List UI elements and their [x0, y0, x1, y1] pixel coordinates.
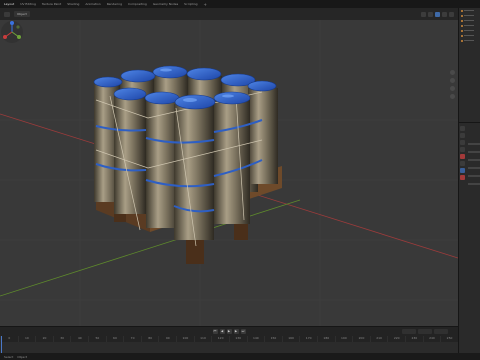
modifier-tab-icon[interactable] [460, 168, 465, 173]
object-icon [461, 29, 463, 32]
outliner-panel [458, 8, 480, 122]
tab-animation[interactable]: Animation [85, 2, 100, 6]
solid-shading-icon[interactable] [435, 11, 440, 17]
object-icon [461, 39, 463, 42]
perspective-toggle-icon[interactable] [450, 94, 455, 99]
jump-end-icon[interactable]: ⏭ [240, 329, 246, 334]
properties-panel [458, 122, 480, 360]
jump-start-icon[interactable]: ⏮ [212, 329, 218, 334]
scene-tab-icon[interactable] [460, 147, 465, 152]
pan-icon[interactable] [450, 78, 455, 83]
tab-shading[interactable]: Shading [67, 2, 79, 6]
object-icon [461, 19, 463, 22]
render-tab-icon[interactable] [460, 133, 465, 138]
3d-viewport[interactable] [0, 20, 458, 326]
tab-layout[interactable]: Layout [4, 2, 14, 6]
outliner-row[interactable] [459, 38, 480, 43]
tab-scripting[interactable]: Scripting [184, 2, 197, 6]
status-right: Object [17, 354, 28, 359]
tab-uv-editing[interactable]: UV Editing [20, 2, 36, 6]
viewport-nav-tools [450, 70, 455, 99]
play-icon[interactable]: ▶ [226, 329, 232, 334]
current-frame-field[interactable] [402, 329, 416, 334]
output-tab-icon[interactable] [460, 140, 465, 145]
tab-rendering[interactable]: Rendering [107, 2, 122, 6]
properties-fields [468, 143, 480, 185]
camera-view-icon[interactable] [450, 86, 455, 91]
shading-controls [421, 11, 458, 17]
tab-compositing[interactable]: Compositing [128, 2, 147, 6]
status-left: Select [4, 354, 14, 359]
tab-geometry-nodes[interactable]: Geometry Nodes [153, 2, 178, 6]
playback-controls: ⏮ ◀ ▶ ▶ ⏭ [0, 328, 458, 335]
material-shading-icon[interactable] [442, 11, 447, 17]
start-frame-field[interactable] [418, 329, 432, 334]
xray-icon[interactable] [428, 11, 433, 17]
object-icon [461, 9, 463, 12]
properties-tabs [460, 126, 466, 180]
status-bar: Select Object [0, 353, 480, 360]
tool-tab-icon[interactable] [460, 126, 465, 131]
object-icon [461, 14, 463, 17]
next-keyframe-icon[interactable]: ▶ [233, 329, 239, 334]
viewport-header: Object [0, 8, 458, 20]
frame-range [402, 329, 448, 334]
object-icon [461, 24, 463, 27]
add-workspace-icon[interactable]: + [204, 2, 207, 7]
navigation-gizmo-icon[interactable] [0, 20, 24, 44]
rendered-shading-icon[interactable] [449, 11, 454, 17]
scene-render [0, 20, 458, 326]
object-icon [461, 34, 463, 37]
prev-keyframe-icon[interactable]: ◀ [219, 329, 225, 334]
editor-type-icon[interactable] [4, 11, 10, 17]
workspace-tab-bar: Layout UV Editing Texture Paint Shading … [0, 0, 480, 8]
object-tab-icon[interactable] [460, 161, 465, 166]
world-tab-icon[interactable] [460, 154, 465, 159]
tab-texture-paint[interactable]: Texture Paint [42, 2, 61, 6]
overlay-icon[interactable] [421, 11, 426, 17]
material-tab-icon[interactable] [460, 175, 465, 180]
end-frame-field[interactable] [434, 329, 448, 334]
mode-selector[interactable]: Object [14, 11, 30, 17]
zoom-icon[interactable] [450, 70, 455, 75]
